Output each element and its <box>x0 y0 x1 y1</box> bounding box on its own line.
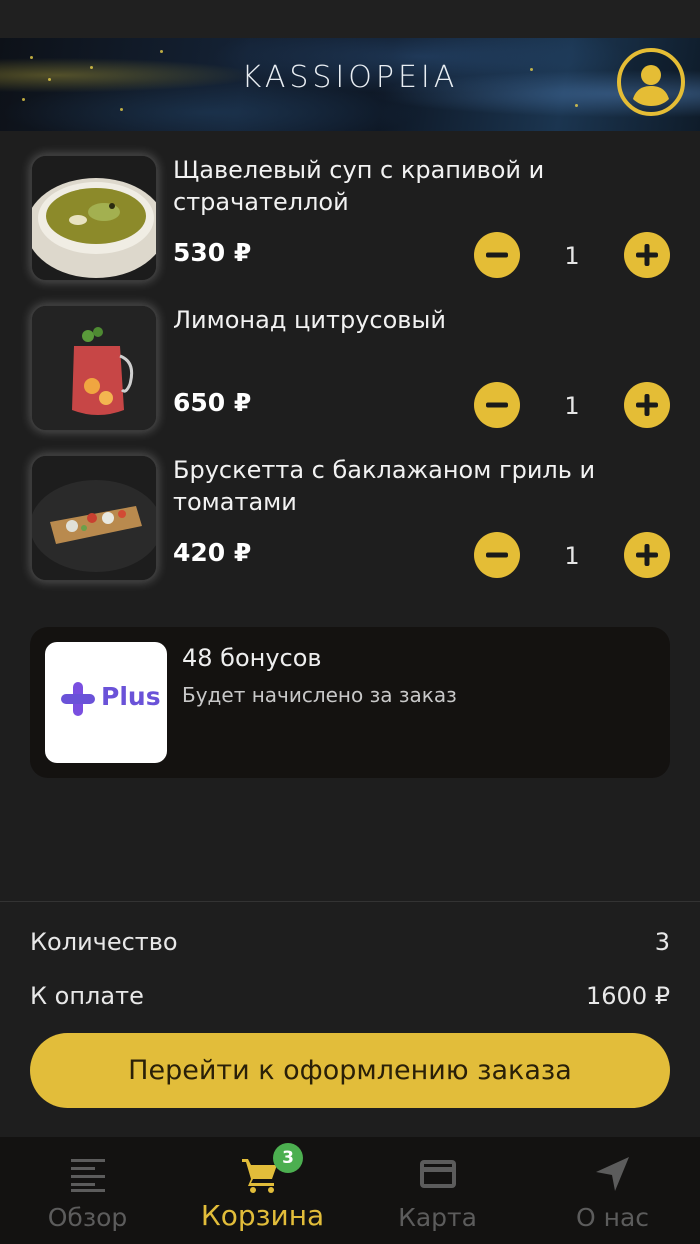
app-logo: KASSIOPEIA <box>241 60 459 95</box>
item-quantity: 1 <box>564 542 580 570</box>
minus-icon <box>486 252 508 258</box>
tab-label: Корзина <box>200 1199 325 1232</box>
list-icon <box>71 1159 105 1192</box>
tab-about[interactable]: О нас <box>525 1137 700 1244</box>
item-title: Брускетта с баклажаном гриль и томатами <box>173 456 596 516</box>
item-price: 530 ₽ <box>173 238 252 267</box>
item-title: Лимонад цитрусовый <box>173 306 446 334</box>
cart-count-badge: 3 <box>273 1143 303 1173</box>
tab-label: О нас <box>575 1203 650 1232</box>
cart-item: Лимонад цитрусовый 650 ₽ 1 <box>30 304 670 432</box>
tab-label: Обзор <box>47 1203 128 1232</box>
item-quantity: 1 <box>564 392 580 420</box>
plus-logo: Plus <box>45 642 167 763</box>
tab-cart[interactable]: Корзина <box>175 1137 350 1244</box>
minus-icon <box>486 552 508 558</box>
item-price: 650 ₽ <box>173 388 252 417</box>
cart-item: Щавелевый суп с крапивой и страчателлой … <box>30 154 670 282</box>
bonus-card: Plus 48 бонусов Будет начислено за заказ <box>30 627 670 778</box>
decor-speck <box>120 108 123 111</box>
user-circle-icon <box>633 65 669 106</box>
quantity-label: Количество <box>30 928 178 956</box>
tab-bar: Обзор Корзина 3 Карта О нас <box>0 1137 700 1244</box>
total-label: К оплате <box>30 982 144 1010</box>
decor-speck <box>30 56 33 59</box>
decrease-quantity-button[interactable] <box>474 532 520 578</box>
card-icon <box>420 1160 456 1188</box>
bonus-title: 48 бонусов <box>182 644 322 672</box>
bruschetta-photo <box>30 454 158 582</box>
increase-quantity-button[interactable] <box>624 532 670 578</box>
plus-icon <box>636 244 658 266</box>
item-title: Щавелевый суп с крапивой и страчателлой <box>173 156 545 216</box>
order-summary: Количество 3 К оплате 1600 ₽ Перейти к о… <box>0 901 700 1137</box>
lemonade-photo <box>30 304 158 432</box>
bonus-subtitle: Будет начислено за заказ <box>182 683 457 707</box>
decor-speck <box>575 104 578 107</box>
plus-logo-text: Plus <box>101 682 161 711</box>
decor-speck <box>22 98 25 101</box>
soup-photo <box>30 154 158 282</box>
minus-icon <box>486 402 508 408</box>
item-quantity: 1 <box>564 242 580 270</box>
increase-quantity-button[interactable] <box>624 232 670 278</box>
plus-icon <box>636 544 658 566</box>
increase-quantity-button[interactable] <box>624 382 670 428</box>
checkout-button[interactable]: Перейти к оформлению заказа <box>30 1033 670 1108</box>
total-value: 1600 ₽ <box>586 982 670 1010</box>
decor-speck <box>160 50 163 53</box>
tab-label: Карта <box>398 1203 477 1232</box>
decrease-quantity-button[interactable] <box>474 382 520 428</box>
header: KASSIOPEIA <box>0 38 700 131</box>
plus-brand-icon <box>61 682 95 716</box>
quantity-value: 3 <box>654 928 670 956</box>
tab-overview[interactable]: Обзор <box>0 1137 175 1244</box>
plus-icon <box>636 394 658 416</box>
item-price: 420 ₽ <box>173 538 252 567</box>
location-arrow-icon <box>596 1157 629 1191</box>
profile-button[interactable] <box>617 48 685 116</box>
status-bar <box>0 0 700 38</box>
cart-item: Брускетта с баклажаном гриль и томатами … <box>30 454 670 582</box>
decrease-quantity-button[interactable] <box>474 232 520 278</box>
tab-card[interactable]: Карта <box>350 1137 525 1244</box>
